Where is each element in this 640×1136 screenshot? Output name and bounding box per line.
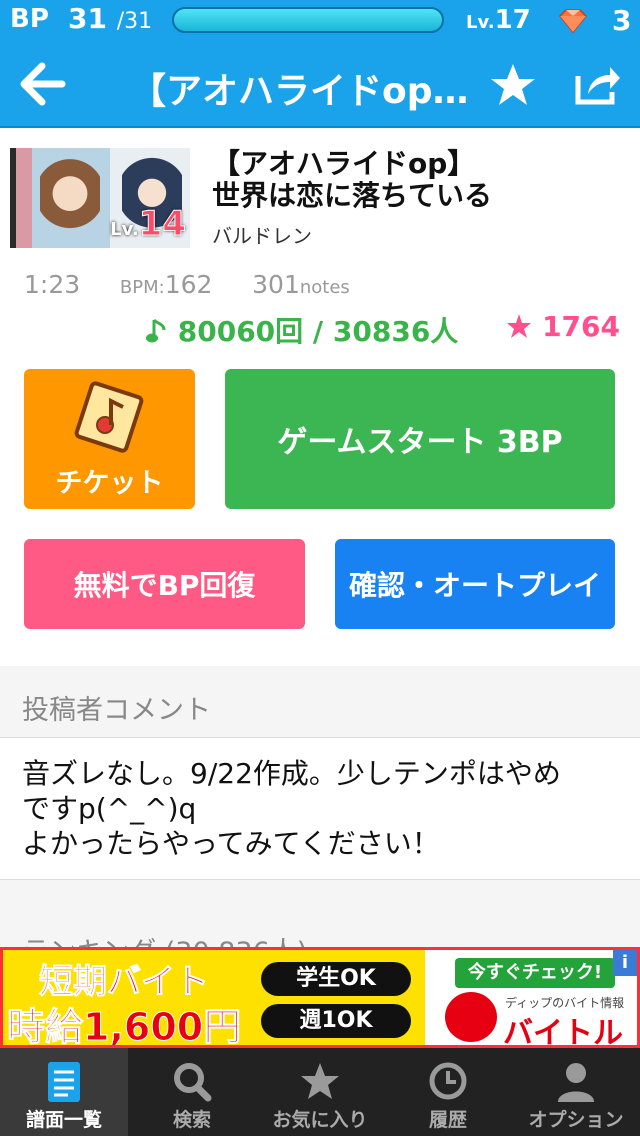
level-value: 17 [494, 5, 531, 35]
ad-middle-panel: 学生OK 週1OK [243, 950, 425, 1045]
ad-pill-weekly: 週1OK [261, 1004, 411, 1038]
ad-brand: バイトル [503, 1016, 623, 1048]
ad-pill-student: 学生OK [261, 962, 411, 996]
song-notes: 301 [252, 270, 300, 299]
song-stats: 80060回 / 30836人 1764 [146, 310, 620, 348]
confirm-autoplay-button[interactable]: 確認・オートプレイ [335, 539, 615, 629]
document-list-icon [48, 1062, 80, 1102]
comment-line1: 音ズレなし。9/22作成。少しテンポはやめ [22, 757, 561, 790]
difficulty-level: 14 [138, 204, 186, 245]
ranking-header: ランキング (30,836人) [0, 880, 640, 968]
navigation-bar: 【アオハライドop… [0, 42, 640, 128]
ad-check-button[interactable]: 今すぐチェック! [455, 958, 615, 988]
tab-favorites[interactable]: お気に入り [256, 1048, 384, 1136]
ticket-label: チケット [55, 467, 164, 499]
bp-value: 31 /31 [68, 2, 152, 35]
bp-label: BP [10, 4, 49, 34]
jacket-character-left [40, 154, 100, 242]
music-note-icon [146, 318, 166, 343]
game-start-button[interactable]: ゲームスタート 3BP [225, 369, 615, 509]
pink-star-icon [507, 314, 532, 338]
favorite-star-icon[interactable] [490, 62, 536, 108]
gem-icon [558, 9, 588, 34]
tab-label: 履歴 [428, 1109, 467, 1131]
notes-label: notes [299, 277, 350, 298]
star-icon [301, 1063, 339, 1099]
play-count: 80060回 / 30836人 [146, 310, 458, 350]
tab-search[interactable]: 検索 [128, 1048, 256, 1136]
ad-info-icon[interactable]: i [613, 950, 637, 976]
bpm-label: BPM: [119, 277, 165, 298]
comment-line3: よかったらやってみてください！ [22, 827, 440, 860]
comment-header-label: 投稿者コメント [22, 695, 211, 726]
nav-title: 【アオハライドop… [130, 71, 469, 112]
ad-mascot-icon [445, 992, 497, 1042]
ad-left-panel: 短期バイト 時給1,600円 [3, 950, 243, 1045]
tab-label: お気に入り [272, 1109, 368, 1131]
song-meta: 1:23 BPM:162 301notes [24, 270, 350, 299]
play-count-text: 80060回 / 30836人 [177, 315, 459, 348]
song-detail: Lv.14 【アオハライドop】 世界は恋に落ちている バルドレン 1:23 B… [0, 128, 640, 658]
search-icon [174, 1063, 212, 1102]
status-bar: BP 31 /31 Lv.17 3 [0, 0, 640, 42]
song-jacket-image: Lv.14 [10, 148, 190, 248]
clock-icon [429, 1062, 467, 1100]
bp-max: /31 [116, 9, 153, 34]
song-title: 【アオハライドop】 世界は恋に落ちている [212, 148, 632, 212]
free-bp-recover-button[interactable]: 無料でBP回復 [24, 539, 305, 629]
ad-right-panel: 今すぐチェック! ディップのバイト情報 バイトル [425, 950, 637, 1048]
song-bpm: 162 [164, 270, 213, 299]
bp-gauge [172, 7, 444, 33]
share-icon[interactable] [574, 62, 622, 106]
favorite-count-text: 1764 [542, 310, 620, 343]
comment-text: 音ズレなし。9/22作成。少しテンポはやめ ですp(^_^)q よかったらやって… [22, 756, 622, 861]
song-artist: バルドレン [212, 224, 312, 248]
ad-banner[interactable]: 短期バイト 時給1,600円 学生OK 週1OK 今すぐチェック! ディップのバ… [0, 947, 640, 1048]
song-title-line1: 【アオハライドop】 [212, 147, 476, 180]
tab-label: 譜面一覧 [25, 1109, 102, 1131]
comment-header: 投稿者コメント [0, 666, 640, 738]
tab-label: 検索 [172, 1109, 211, 1131]
difficulty-label: Lv. [110, 219, 139, 240]
favorite-count: 1764 [506, 310, 620, 343]
tab-score-list[interactable]: 譜面一覧 [0, 1048, 128, 1136]
tab-label: オプション [528, 1109, 624, 1131]
ad-wage: 時給1,600円 [6, 1005, 242, 1048]
person-icon [558, 1063, 594, 1102]
bottom-tab-bar: 譜面一覧 検索 お気に入り 履歴 オプション [0, 1048, 640, 1136]
comment-body: 音ズレなし。9/22作成。少しテンポはやめ ですp(^_^)q よかったらやって… [0, 738, 640, 880]
player-level: Lv.17 [466, 5, 531, 35]
difficulty-badge: Lv.14 [110, 204, 186, 245]
comment-line2: ですp(^_^)q [22, 792, 197, 825]
music-ticket-icon [74, 380, 143, 453]
bp-current: 31 [68, 2, 107, 35]
level-label: Lv. [466, 12, 495, 33]
back-arrow-icon[interactable] [20, 62, 66, 106]
tab-history[interactable]: 履歴 [384, 1048, 512, 1136]
tab-options[interactable]: オプション [512, 1048, 640, 1136]
gem-count: 3 [612, 4, 632, 37]
ticket-button[interactable]: チケット [24, 369, 195, 509]
song-duration: 1:23 [24, 270, 81, 299]
song-title-line2: 世界は恋に落ちている [212, 179, 493, 212]
